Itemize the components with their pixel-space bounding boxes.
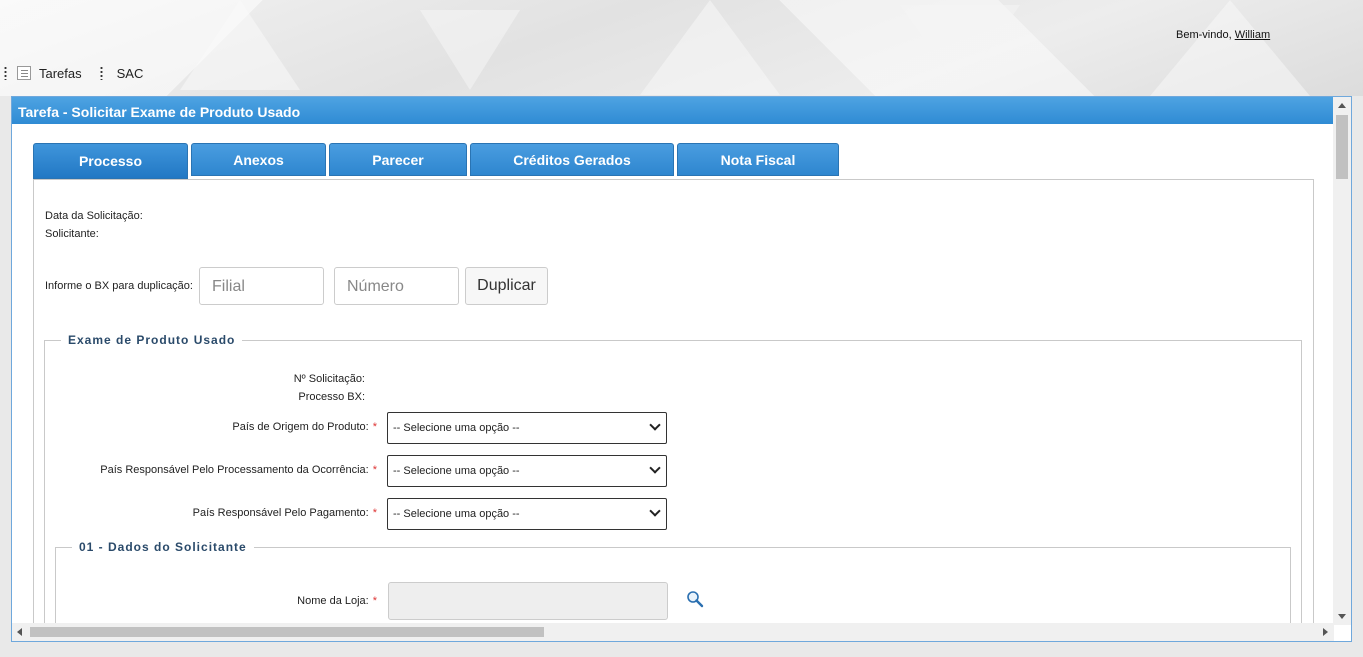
horizontal-scroll-thumb[interactable] <box>30 627 544 637</box>
scroll-down-icon[interactable] <box>1338 614 1346 619</box>
nav-item-label: Tarefas <box>39 65 82 81</box>
decor-triangle <box>180 0 300 90</box>
nome-loja-field[interactable] <box>388 582 668 620</box>
pais-pagamento-select[interactable]: -- Selecione uma opção -- <box>387 498 667 530</box>
grip-handle-icon <box>4 66 7 80</box>
required-mark: * <box>372 595 377 607</box>
required-mark: * <box>372 464 377 476</box>
exame-legend: Exame de Produto Usado <box>61 333 243 347</box>
welcome-message: Bem-vindo, William <box>1176 29 1270 41</box>
chevron-down-icon <box>649 505 661 517</box>
pais-origem-label: País de Origem do Produto: * <box>232 421 377 433</box>
solicitante-label: Solicitante: <box>45 228 99 240</box>
decor-triangle <box>1150 0 1310 96</box>
horizontal-scrollbar[interactable] <box>12 623 1334 641</box>
scroll-left-icon[interactable] <box>17 628 22 636</box>
notepad-icon <box>17 66 31 80</box>
vertical-scroll-thumb[interactable] <box>1336 115 1348 179</box>
welcome-prefix: Bem-vindo, <box>1176 29 1232 41</box>
processo-bx-label: Processo BX: <box>298 391 365 403</box>
exame-fieldset: Exame de Produto Usado Nº Solicitação: P… <box>44 333 1302 624</box>
required-mark: * <box>372 507 377 519</box>
pais-origem-select[interactable]: -- Selecione uma opção -- <box>387 412 667 444</box>
pais-processamento-select[interactable]: -- Selecione uma opção -- <box>387 455 667 487</box>
window-title: Tarefa - Solicitar Exame de Produto Usad… <box>12 97 1351 124</box>
data-solicitacao-label: Data da Solicitação: <box>45 210 143 222</box>
tab-processo[interactable]: Processo <box>33 143 188 179</box>
pais-processamento-label: País Responsável Pelo Processamento da O… <box>100 464 377 476</box>
nav-item-label: SAC <box>116 65 144 81</box>
tab-nota-fiscal[interactable]: Nota Fiscal <box>677 143 839 176</box>
decor-triangle <box>640 0 780 95</box>
required-mark: * <box>372 421 377 433</box>
duplicar-button[interactable]: Duplicar <box>465 267 548 305</box>
chevron-down-icon <box>649 419 661 431</box>
dados-solicitante-legend: 01 - Dados do Solicitante <box>72 540 254 554</box>
decor-triangle <box>900 5 1020 90</box>
search-icon[interactable] <box>686 590 704 608</box>
tab-anexos[interactable]: Anexos <box>191 143 326 176</box>
window-content: Processo Anexos Parecer Créditos Gerados… <box>12 124 1334 624</box>
scroll-right-icon[interactable] <box>1323 628 1328 636</box>
header-background <box>0 0 1363 96</box>
select-value: -- Selecione uma opção -- <box>393 508 520 520</box>
scroll-up-icon[interactable] <box>1338 103 1346 108</box>
tab-bar: Processo Anexos Parecer Créditos Gerados… <box>33 143 842 179</box>
pais-pagamento-label: País Responsável Pelo Pagamento: * <box>193 507 377 519</box>
nome-loja-label-text: Nome da Loja: <box>297 595 369 607</box>
grip-handle-icon <box>99 66 103 80</box>
tab-panel-processo: Data da Solicitação: Solicitante: Inform… <box>33 179 1314 624</box>
pais-pagamento-label-text: País Responsável Pelo Pagamento: <box>192 507 369 519</box>
nav-item-sac[interactable]: SAC <box>117 66 144 81</box>
task-window: Tarefa - Solicitar Exame de Produto Usad… <box>11 96 1352 642</box>
bx-duplicacao-label: Informe o BX para duplicação: <box>45 280 193 292</box>
numero-input[interactable]: Número <box>334 267 459 305</box>
dados-solicitante-fieldset: 01 - Dados do Solicitante Nome da Loja: * <box>55 540 1291 624</box>
top-navigation: Tarefas SAC <box>0 64 143 82</box>
decor-triangle <box>420 10 520 90</box>
nav-item-tarefas[interactable]: Tarefas <box>13 66 82 81</box>
nome-loja-label: Nome da Loja: * <box>297 595 377 607</box>
user-link[interactable]: William <box>1235 29 1270 41</box>
pais-processamento-label-text: País Responsável Pelo Processamento da O… <box>100 464 369 476</box>
tab-creditos-gerados[interactable]: Créditos Gerados <box>470 143 674 176</box>
select-value: -- Selecione uma opção -- <box>393 465 520 477</box>
n-solicitacao-label: Nº Solicitação: <box>293 373 365 385</box>
pais-origem-label-text: País de Origem do Produto: <box>232 421 369 433</box>
filial-input[interactable]: Filial <box>199 267 324 305</box>
select-value: -- Selecione uma opção -- <box>393 422 520 434</box>
chevron-down-icon <box>649 462 661 474</box>
tab-parecer[interactable]: Parecer <box>329 143 467 176</box>
vertical-scrollbar[interactable] <box>1333 97 1351 625</box>
